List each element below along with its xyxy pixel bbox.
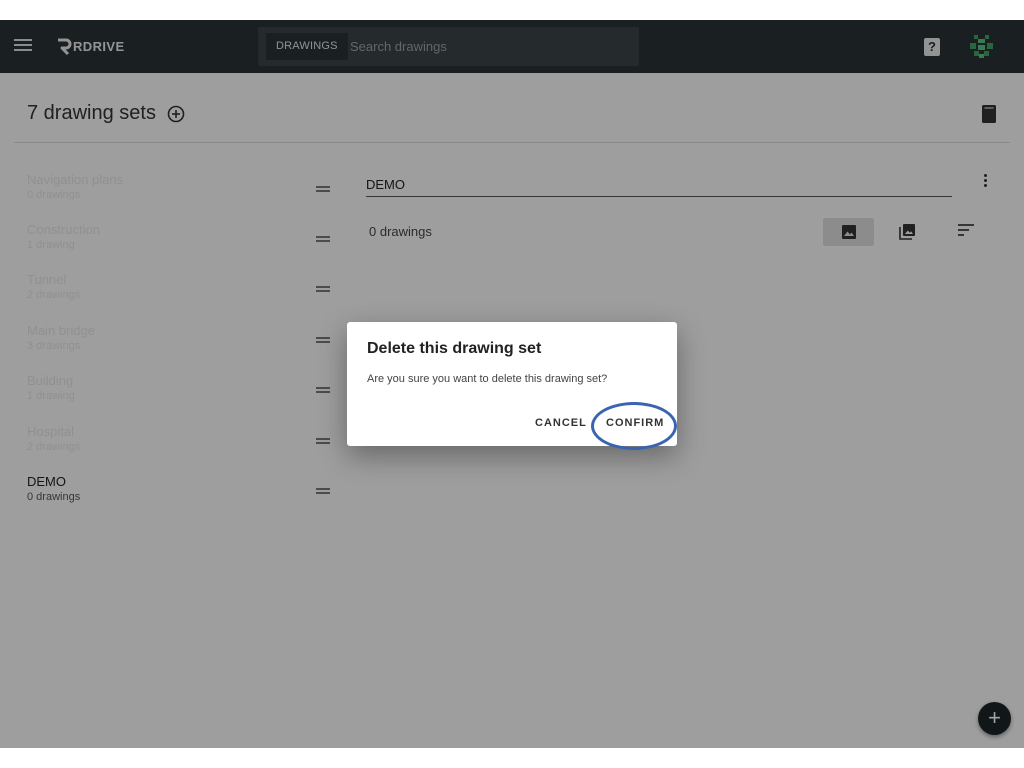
delete-confirm-dialog: Delete this drawing set Are you sure you… <box>347 322 677 450</box>
app-window: RDRIVE DRAWINGS ? 7 drawing sets <box>0 20 1024 748</box>
dialog-title: Delete this drawing set <box>367 340 542 357</box>
dialog-message: Are you sure you want to delete this dra… <box>367 373 608 385</box>
cancel-button[interactable]: CANCEL <box>535 417 587 429</box>
confirm-button[interactable]: CONFIRM <box>606 417 664 429</box>
